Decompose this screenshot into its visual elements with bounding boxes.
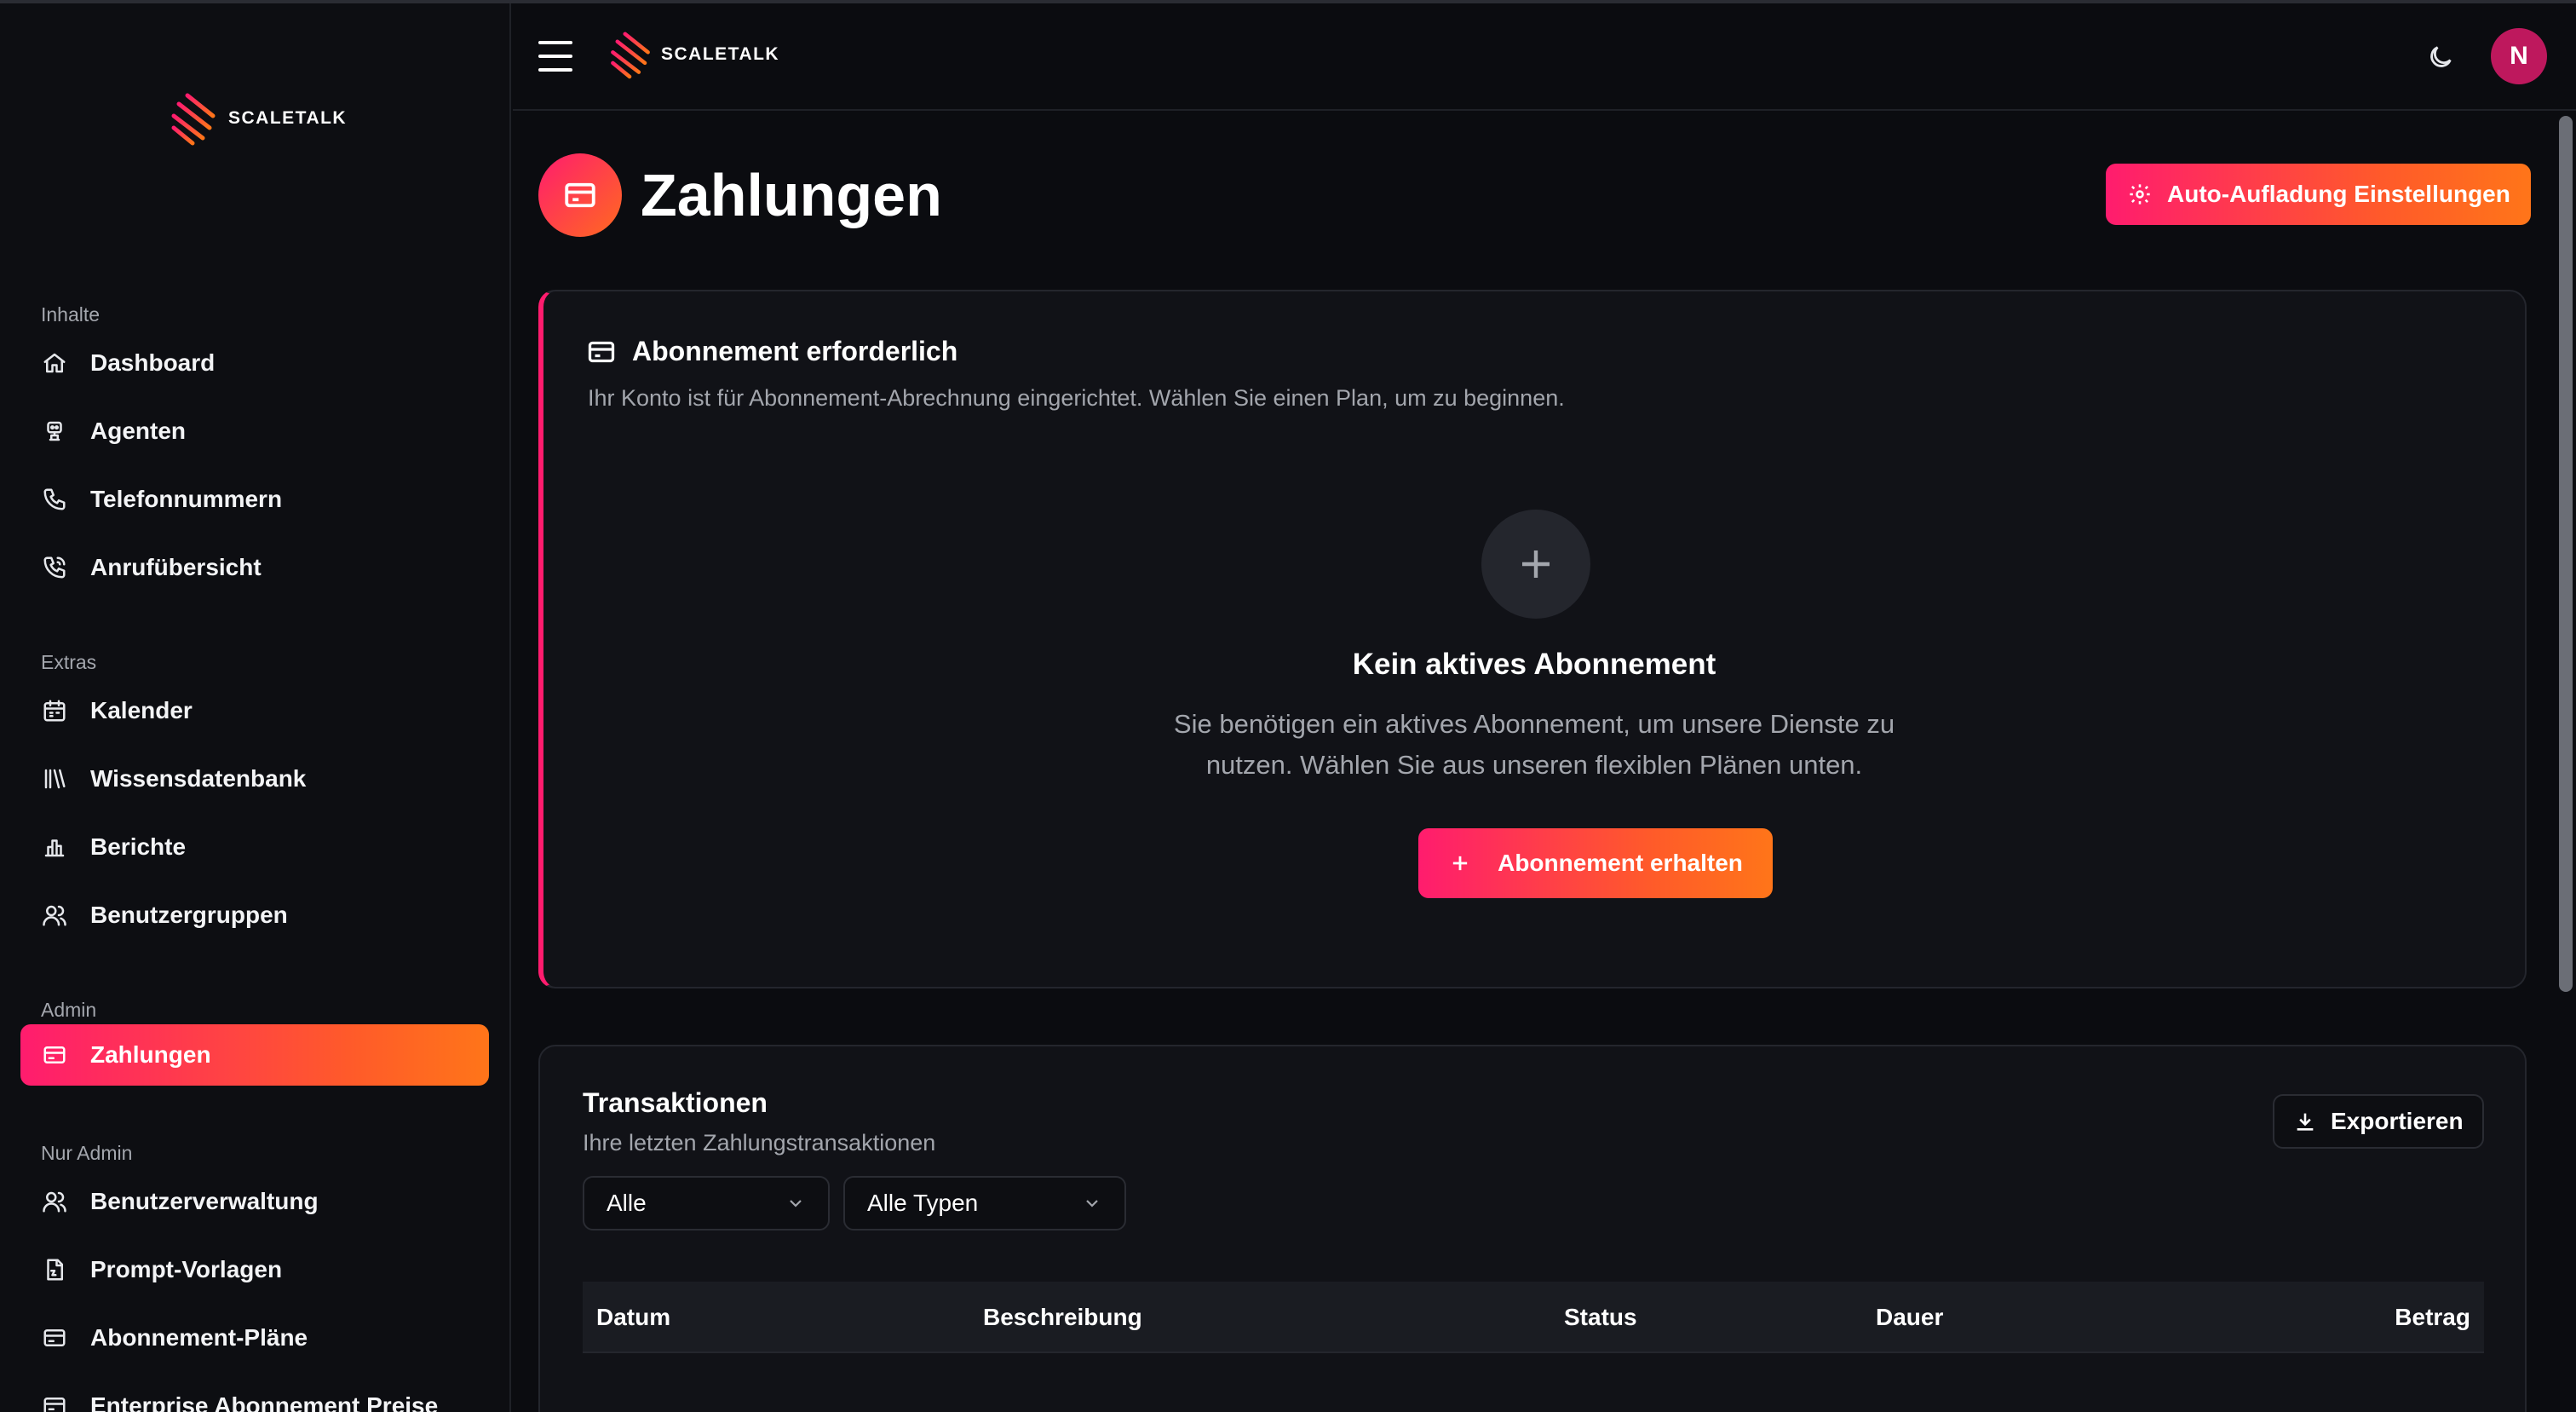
column-header-datum[interactable]: Datum <box>596 1282 670 1353</box>
scaletalk-logo-icon <box>171 93 216 146</box>
header-logo[interactable]: SCALETALK <box>608 29 779 80</box>
sidebar-item-agenten[interactable]: Agenten <box>20 401 489 462</box>
sidebar-item-dashboard[interactable]: Dashboard <box>20 332 489 394</box>
sidebar-item-telefonnummern[interactable]: Telefonnummern <box>20 469 489 530</box>
chevron-down-icon <box>790 1200 802 1207</box>
sidebar-item-label: Dashboard <box>90 349 216 376</box>
sidebar-item-label: Enterprise Abonnement Preise <box>90 1392 439 1412</box>
sidebar-item-wissensdatenbank[interactable]: Wissensdatenbank <box>20 748 489 810</box>
avatar[interactable]: N <box>2491 28 2547 84</box>
main-content: Zahlungen Auto-Aufladung Einstellungen A… <box>513 112 2552 1412</box>
subscription-title: Abonnement erforderlich <box>632 336 958 366</box>
column-header-betrag[interactable]: Betrag <box>2395 1282 2470 1353</box>
sidebar-logo-text: SCALETALK <box>228 108 348 128</box>
sidebar-item-abonnement-plaene[interactable]: Abonnement-Pläne <box>20 1307 489 1369</box>
page-title: Zahlungen <box>641 162 942 228</box>
chevron-down-icon <box>1086 1200 1098 1207</box>
column-header-dauer[interactable]: Dauer <box>1876 1282 1943 1353</box>
export-label: Exportieren <box>2331 1108 2464 1134</box>
sidebar-item-label: Prompt-Vorlagen <box>90 1256 283 1282</box>
empty-state-text: Sie benötigen ein aktives Abonnement, um… <box>543 704 2525 786</box>
menu-icon[interactable] <box>538 41 572 72</box>
sidebar-item-label: Agenten <box>90 418 186 444</box>
download-icon <box>2297 1113 2314 1131</box>
gear-icon <box>2130 184 2150 205</box>
top-bar: SCALETALK N <box>513 3 2576 111</box>
credit-card-icon <box>538 153 622 237</box>
credit-card-icon <box>588 341 615 362</box>
credit-card-icon <box>41 1392 68 1412</box>
subscription-card: Abonnement erforderlich Ihr Konto ist fü… <box>538 290 2527 988</box>
empty-state-text-line-1: Sie benötigen ein aktives Abonnement, um… <box>1173 709 1895 739</box>
sidebar-item-label: Benutzerverwaltung <box>90 1188 319 1214</box>
sidebar-item-label: Telefonnummern <box>90 486 283 512</box>
scaletalk-logo-icon <box>611 32 650 79</box>
home-icon <box>41 349 68 377</box>
sidebar-section-extras: Extras <box>41 651 97 673</box>
auto-topup-settings-label: Auto-Aufladung Einstellungen <box>2167 181 2510 207</box>
sidebar-item-kalender[interactable]: Kalender <box>20 680 489 741</box>
robot-icon <box>41 418 68 445</box>
sidebar-item-label: Kalender <box>90 697 193 723</box>
type-filter-select[interactable]: Alle Typen <box>843 1176 1126 1230</box>
auto-topup-settings-button[interactable]: Auto-Aufladung Einstellungen <box>2106 164 2531 225</box>
users-icon <box>41 1188 68 1215</box>
sidebar-item-zahlungen[interactable]: Zahlungen <box>20 1024 489 1086</box>
library-icon <box>41 765 68 792</box>
plus-icon <box>1452 856 1468 871</box>
sidebar-logo[interactable]: SCALETALK <box>169 90 347 147</box>
sidebar-item-prompt-vorlagen[interactable]: Prompt-Vorlagen <box>20 1239 489 1300</box>
sidebar-item-benutzerverwaltung[interactable]: Benutzerverwaltung <box>20 1171 489 1232</box>
sidebar-item-anrufuebersicht[interactable]: Anrufübersicht <box>20 537 489 598</box>
sidebar-item-label: Zahlungen <box>90 1041 211 1068</box>
sidebar-item-label: Berichte <box>90 833 187 860</box>
type-filter-value: Alle Typen <box>867 1190 979 1216</box>
subscription-heading: Abonnement erforderlich <box>586 336 957 367</box>
calendar-icon <box>41 697 68 724</box>
sidebar: SCALETALK Inhalte Dashboard Agenten Tele… <box>0 3 511 1412</box>
sidebar-section-nur-admin: Nur Admin <box>41 1142 133 1164</box>
moon-icon[interactable] <box>2426 43 2455 72</box>
transactions-subtitle: Ihre letzten Zahlungstransaktionen <box>583 1130 936 1156</box>
transactions-title: Transaktionen <box>583 1087 768 1118</box>
status-filter-value: Alle <box>607 1190 647 1216</box>
sidebar-item-label: Abonnement-Pläne <box>90 1324 308 1351</box>
transactions-table-header: Datum Beschreibung Status Dauer Betrag <box>583 1282 2484 1353</box>
scrollbar-thumb[interactable] <box>2559 116 2573 992</box>
plus-icon <box>1481 510 1590 619</box>
column-header-beschreibung[interactable]: Beschreibung <box>983 1282 1142 1353</box>
users-icon <box>41 902 68 929</box>
sidebar-section-inhalte: Inhalte <box>41 303 101 326</box>
header-logo-text: SCALETALK <box>661 44 780 64</box>
credit-card-icon <box>41 1324 68 1351</box>
file-icon <box>41 1256 68 1283</box>
transactions-card: Transaktionen Ihre letzten Zahlungstrans… <box>538 1045 2527 1412</box>
get-subscription-label: Abonnement erhalten <box>1498 850 1743 876</box>
credit-card-icon <box>41 1041 68 1069</box>
sidebar-item-label: Anrufübersicht <box>90 554 262 580</box>
phone-call-icon <box>41 554 68 581</box>
sidebar-item-berichte[interactable]: Berichte <box>20 816 489 878</box>
status-filter-select[interactable]: Alle <box>583 1176 830 1230</box>
empty-state-text-line-2: nutzen. Wählen Sie aus unseren flexiblen… <box>1205 750 1863 780</box>
sidebar-item-benutzergruppen[interactable]: Benutzergruppen <box>20 885 489 946</box>
empty-state-title: Kein aktives Abonnement <box>1352 648 1716 681</box>
bar-chart-icon <box>41 833 68 861</box>
sidebar-item-enterprise-preise[interactable]: Enterprise Abonnement Preise <box>20 1375 489 1412</box>
get-subscription-button[interactable]: Abonnement erhalten <box>1418 828 1773 898</box>
column-header-status[interactable]: Status <box>1564 1282 1637 1353</box>
export-button[interactable]: Exportieren <box>2273 1094 2484 1149</box>
subscription-description: Ihr Konto ist für Abonnement-Abrechnung … <box>588 385 1565 411</box>
phone-icon <box>41 486 68 513</box>
sidebar-item-label: Benutzergruppen <box>90 902 288 928</box>
sidebar-item-label: Wissensdatenbank <box>90 765 307 792</box>
sidebar-section-admin: Admin <box>41 999 97 1021</box>
